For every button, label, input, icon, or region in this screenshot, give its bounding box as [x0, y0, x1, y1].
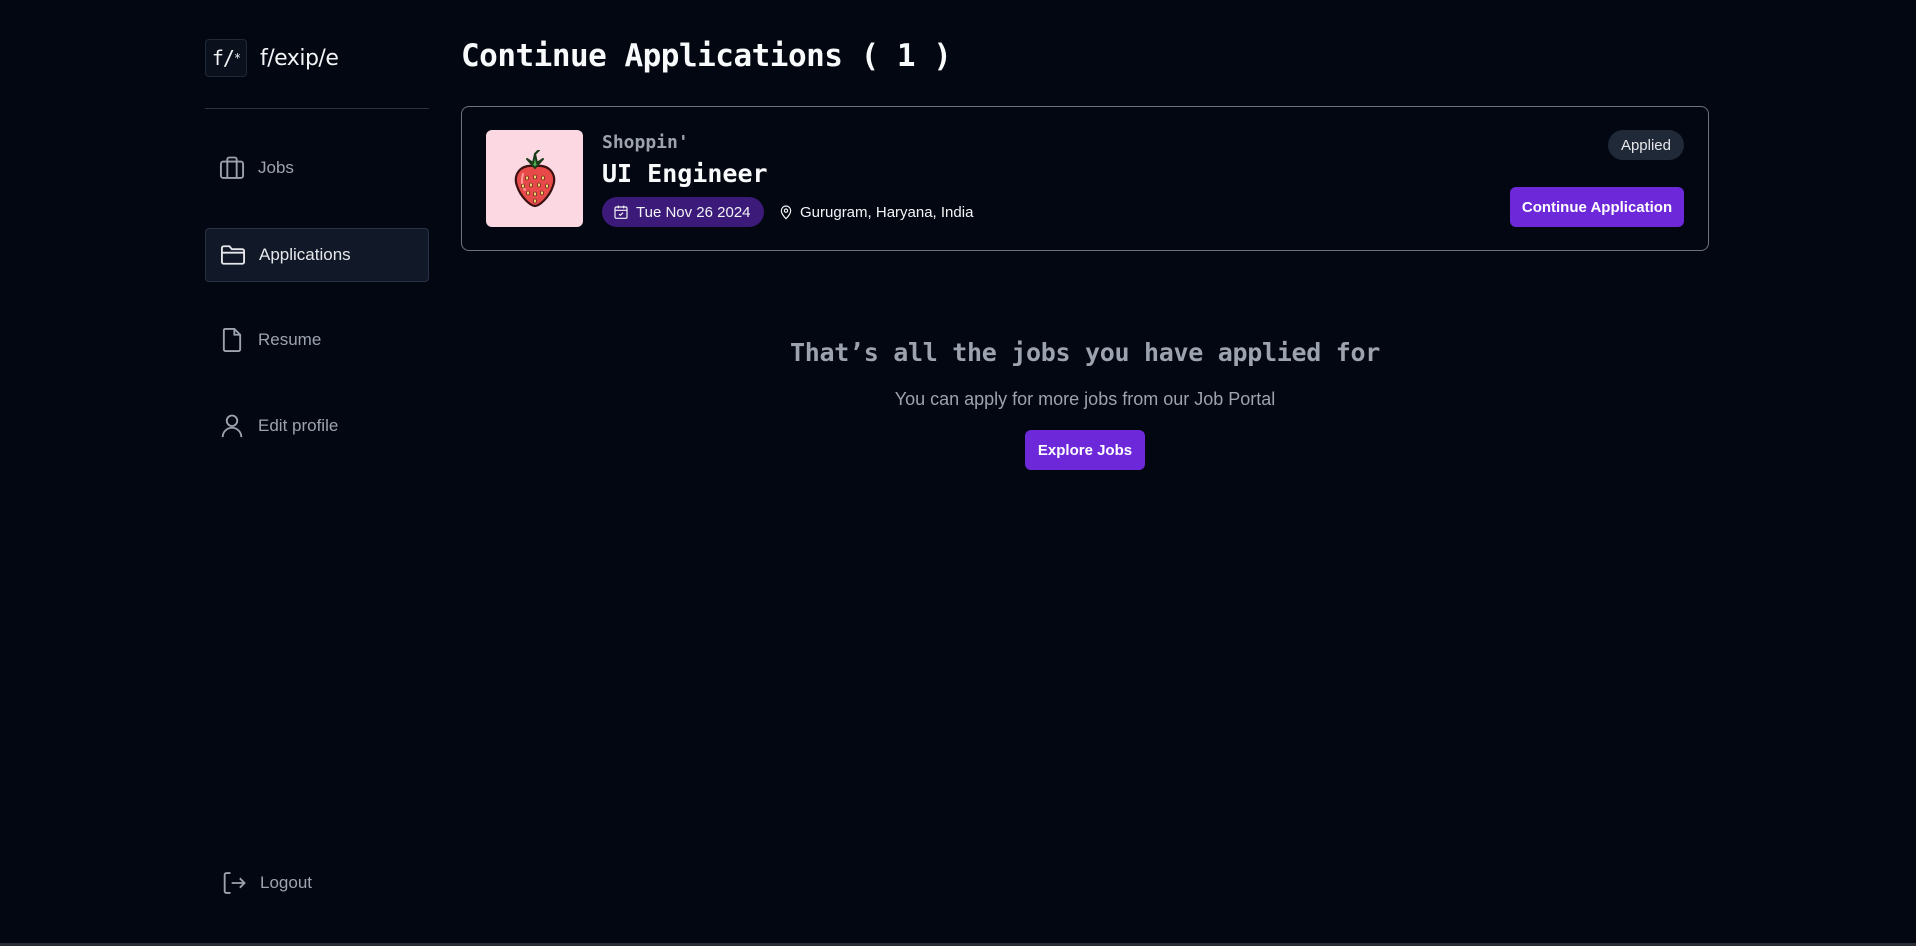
company-logo [486, 130, 583, 227]
logo-mark-text: f/ [211, 46, 235, 70]
brand-name: f/exip/e [260, 45, 339, 71]
explore-jobs-button[interactable]: Explore Jobs [1025, 430, 1145, 470]
calendar-check-icon [614, 205, 628, 219]
document-icon [222, 327, 242, 353]
sidebar-item-edit-profile[interactable]: Edit profile [205, 399, 429, 453]
user-icon [221, 414, 243, 438]
sidebar: f/* f/exip/e Jobs Applications Resume Ed… [205, 0, 429, 946]
brand-logo[interactable]: f/* f/exip/e [205, 39, 339, 77]
location: Gurugram, Haryana, India [778, 197, 973, 227]
date-badge: Tue Nov 26 2024 [602, 197, 764, 227]
status-badge: Applied [1607, 130, 1684, 160]
sidebar-item-label: Edit profile [258, 416, 339, 435]
continue-application-button[interactable]: Continue Application [1510, 187, 1684, 227]
sidebar-item-label: Resume [258, 330, 322, 349]
logo-mark-sub: * [233, 51, 241, 65]
sidebar-item-resume[interactable]: Resume [205, 313, 429, 367]
company-name: Shoppin' [602, 132, 689, 153]
sidebar-divider [205, 108, 429, 109]
sidebar-item-jobs[interactable]: Jobs [205, 141, 429, 195]
empty-state-title: That’s all the jobs you have applied for [789, 338, 1381, 367]
sidebar-item-applications[interactable]: Applications [205, 228, 429, 282]
empty-state-subtitle: You can apply for more jobs from our Job… [894, 389, 1276, 409]
strawberry-icon [514, 149, 555, 207]
logout-button[interactable]: Logout [220, 856, 340, 910]
date-text: Tue Nov 26 2024 [636, 203, 751, 221]
end-of-list-message: That’s all the jobs you have applied for… [461, 338, 1709, 470]
sidebar-item-label: Jobs [258, 158, 294, 177]
briefcase-icon [219, 156, 245, 179]
logo-mark: f/* [205, 39, 247, 77]
logout-label: Logout [260, 873, 312, 892]
location-text: Gurugram, Haryana, India [800, 203, 974, 221]
application-card[interactable]: Shoppin' UI Engineer Tue Nov 26 2024 Gur… [461, 106, 1709, 251]
page-title: Continue Applications ( 1 ) [461, 38, 952, 74]
folder-icon [220, 245, 246, 265]
map-pin-icon [780, 205, 792, 220]
job-title[interactable]: UI Engineer [602, 159, 768, 188]
logout-icon [223, 872, 246, 894]
sidebar-item-label: Applications [259, 245, 351, 264]
